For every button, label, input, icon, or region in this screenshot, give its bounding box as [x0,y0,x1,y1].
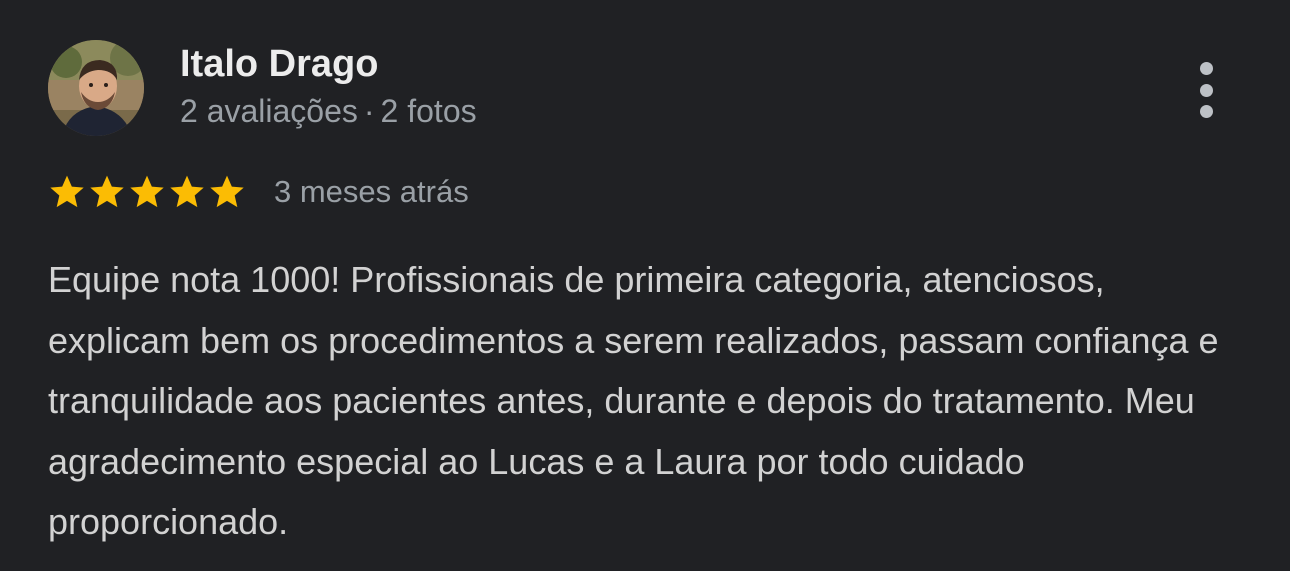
meta-separator: · [363,93,375,129]
review-date: 3 meses atrás [274,174,469,209]
star-icon [47,172,87,212]
star-icon [87,172,127,212]
reviews-count: 2 avaliações [180,93,358,129]
star-icon [127,172,167,212]
more-options-button[interactable] [1186,58,1226,122]
avatar-photo [48,40,144,136]
more-vert-icon-dot [1199,83,1213,97]
more-vert-icon-dot [1199,105,1213,118]
rating-row: 3 meses atrás [47,170,469,214]
photos-count: 2 fotos [380,93,477,129]
review-text: Equipe nota 1000! Profissionais de prime… [48,259,1219,542]
avatar[interactable] [48,40,144,136]
more-vert-icon [1199,62,1213,75]
review-card: Italo Drago 2 avaliações · 2 fotos 3 meses… [0,0,1290,571]
reviewer-meta: 2 avaliações · 2 fotos [180,91,477,131]
star-icon [207,172,247,212]
star-rating [47,172,247,212]
reviewer-name[interactable]: Italo Drago [180,42,378,86]
star-icon [167,172,207,212]
